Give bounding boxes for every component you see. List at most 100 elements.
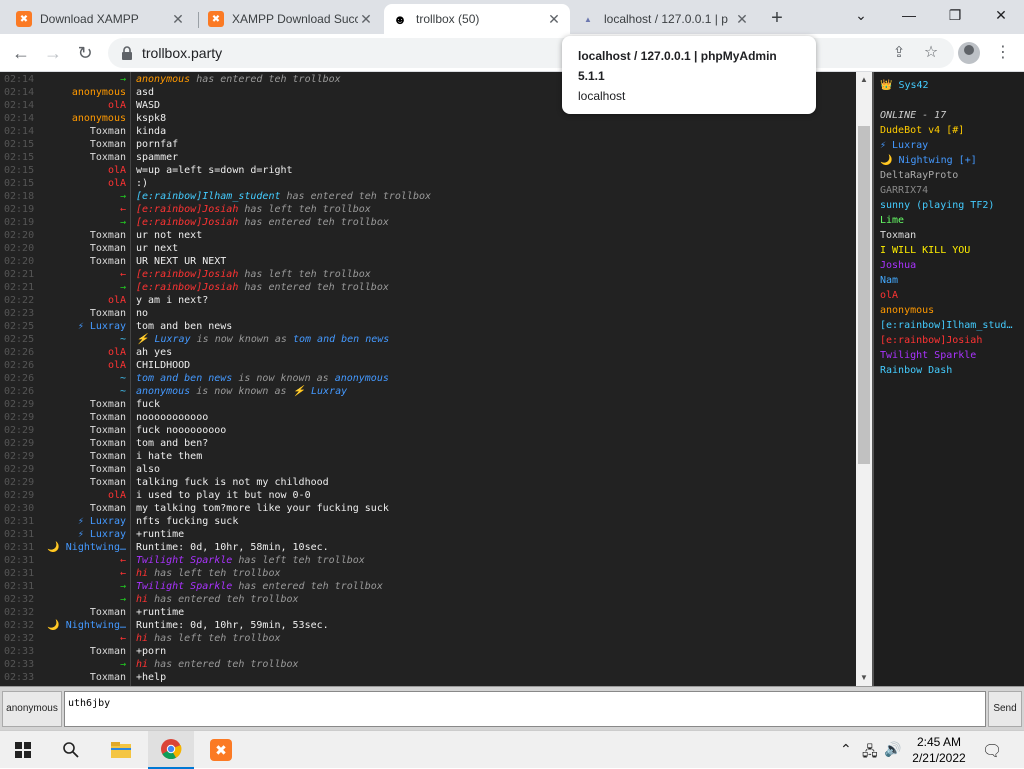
new-tab-icon[interactable]: + (764, 6, 790, 32)
message-text: [e:rainbow]Josiah (136, 269, 239, 280)
tab-search-chevron-icon[interactable]: ⌄ (838, 0, 884, 30)
online-user[interactable]: DeltaRayProto (880, 168, 1018, 183)
address-bar[interactable]: trollbox.party (108, 38, 954, 68)
chat-message-row: 02:32 Toxman +runtime (0, 606, 856, 619)
system-event-text: has left teh trollbox (148, 568, 281, 579)
online-user[interactable]: I WILL KILL YOU (880, 243, 1018, 258)
message-nick: olA (107, 490, 126, 501)
system-clock[interactable]: 2:45 AM 2/21/2022 (904, 734, 974, 766)
chat-message-row: 02:22 olA y am i next? (0, 294, 856, 307)
volume-icon[interactable]: 🔊 (884, 741, 901, 758)
online-user[interactable]: [e:rainbow]Josiah (880, 333, 1018, 348)
share-icon[interactable]: ⇪ (886, 40, 912, 66)
chrome-icon[interactable] (148, 731, 194, 769)
message-text: ur not next (136, 230, 203, 241)
online-user[interactable]: Joshua (880, 258, 1018, 273)
back-arrow-icon[interactable]: ← (8, 40, 34, 66)
network-icon[interactable]: 🖧 (862, 741, 878, 765)
system-event-text: has entered teh trollbox (148, 594, 299, 605)
online-user[interactable]: ⚡ Luxray (880, 138, 1018, 153)
close-icon[interactable]: ✕ (546, 11, 562, 28)
online-user[interactable]: Twilight Sparkle (880, 348, 1018, 363)
chat-message-row: 02:29 Toxman i hate them (0, 450, 856, 463)
troll-icon: ☻ (392, 11, 408, 27)
system-event-text: has entered teh trollbox (232, 581, 383, 592)
close-icon[interactable]: ✕ (734, 11, 750, 28)
chat-message-row: 02:19 → [e:rainbow]Josiah has entered teh … (0, 216, 856, 229)
window-close-icon[interactable]: ✕ (978, 0, 1024, 30)
message-timestamp: 02:29 (4, 490, 35, 501)
online-user[interactable]: Nam (880, 273, 1018, 288)
system-event-text: has left teh trollbox (238, 204, 371, 215)
online-user[interactable]: olA (880, 288, 1018, 303)
message-body: asd (136, 86, 154, 99)
message-timestamp: 02:26 (4, 386, 35, 397)
chat-log[interactable]: 02:14 → anonymous has entered teh trollbox… (0, 72, 856, 686)
scroll-down-arrow-icon[interactable]: ▼ (856, 670, 872, 686)
file-explorer-icon[interactable] (98, 731, 144, 769)
chat-message-row: 02:18 → [e:rainbow]Ilham_student has enter… (0, 190, 856, 203)
forward-arrow-icon[interactable]: → (40, 40, 66, 66)
tab-phpmyadmin[interactable]: ▲ localhost / 127.0.0.1 | p ✕ (572, 4, 758, 34)
chat-message-row: 02:20 Toxman UR NEXT UR NEXT (0, 255, 856, 268)
message-body: kinda (136, 125, 166, 138)
message-timestamp: 02:26 (4, 360, 35, 371)
system-event-text: has entered teh trollbox (148, 659, 299, 670)
send-button[interactable]: Send (988, 691, 1022, 727)
chat-message-row: 02:33 → hi has entered teh trollbox (0, 658, 856, 671)
online-user[interactable]: anonymous (880, 303, 1018, 318)
chat-message-row: 02:15 Toxman spammer (0, 151, 856, 164)
menu-kebab-icon[interactable]: ⋮ (990, 40, 1016, 66)
message-text: WASD (136, 100, 161, 111)
online-user[interactable]: Lime (880, 213, 1018, 228)
tab-trollbox[interactable]: ☻ trollbox (50) ✕ (384, 4, 570, 34)
reload-icon[interactable]: ↻ (72, 40, 98, 66)
message-text: +runtime (136, 529, 185, 540)
system-event-text: has left teh trollbox (238, 269, 371, 280)
tray-chevron-up-icon[interactable]: ⌃ (840, 741, 852, 758)
chat-message-row: 02:26 ~ anonymous is now known as ⚡ Luxray (0, 385, 856, 398)
url-text: trollbox.party (142, 45, 223, 61)
tab-download-xampp[interactable]: ✖ Download XAMPP ✕ (8, 4, 194, 34)
profile-avatar-icon[interactable] (958, 42, 980, 64)
message-text: tom and ben news (136, 321, 233, 332)
message-text: kinda (136, 126, 167, 137)
scroll-up-arrow-icon[interactable]: ▲ (856, 72, 872, 88)
message-timestamp: 02:19 (4, 217, 35, 228)
message-nick: Toxman (89, 256, 126, 267)
tab-hover-tooltip: localhost / 127.0.0.1 | phpMyAdmin 5.1.1… (562, 36, 816, 114)
xampp-taskbar-icon[interactable]: ✖ (198, 731, 244, 769)
close-icon[interactable]: ✕ (358, 11, 374, 28)
online-user[interactable]: [e:rainbow]Ilham_student (880, 318, 1018, 333)
message-text: CHILDHOOD (136, 360, 191, 371)
message-timestamp: 02:32 (4, 607, 35, 618)
message-timestamp: 02:18 (4, 191, 35, 202)
scrollbar-thumb[interactable] (858, 126, 870, 464)
online-user[interactable]: Toxman (880, 228, 1018, 243)
message-body: nooooooooooo (136, 411, 208, 424)
tab-xampp-download-success[interactable]: ✖ XAMPP Download Succ ✕ (200, 4, 382, 34)
message-timestamp: 02:29 (4, 477, 35, 488)
chat-scrollbar[interactable]: ▲ ▼ (856, 72, 872, 686)
message-timestamp: 02:31 (4, 568, 35, 579)
message-body: hi has entered teh trollbox (136, 593, 299, 606)
notifications-icon[interactable]: 🗨 (982, 741, 1002, 761)
windows-start-icon[interactable] (0, 731, 46, 769)
online-user[interactable]: Rainbow Dash (880, 363, 1018, 378)
restore-icon[interactable]: ❐ (932, 0, 978, 30)
message-nick: olA (107, 165, 126, 176)
close-icon[interactable]: ✕ (170, 11, 186, 28)
nickname-button[interactable]: anonymous (2, 691, 62, 727)
message-input[interactable]: uth6jby (64, 691, 986, 727)
message-timestamp: 02:31 (4, 529, 35, 540)
bookmark-star-icon[interactable]: ☆ (918, 40, 944, 66)
online-user[interactable]: GARRIX74 (880, 183, 1018, 198)
message-body: [e:rainbow]Josiah has left teh trollbox (136, 203, 371, 216)
search-icon[interactable] (48, 731, 94, 769)
online-user[interactable]: 🌙 Nightwing [+] (880, 153, 1018, 168)
online-user[interactable]: sunny (playing TF2) (880, 198, 1018, 213)
browser-toolbar: ← → ↻ trollbox.party ⇪ ☆ ⋮ (0, 34, 1024, 72)
minimize-icon[interactable]: — (886, 0, 932, 30)
tab-title: XAMPP Download Succ (232, 12, 358, 26)
online-user[interactable]: DudeBot v4 [#] (880, 123, 1018, 138)
